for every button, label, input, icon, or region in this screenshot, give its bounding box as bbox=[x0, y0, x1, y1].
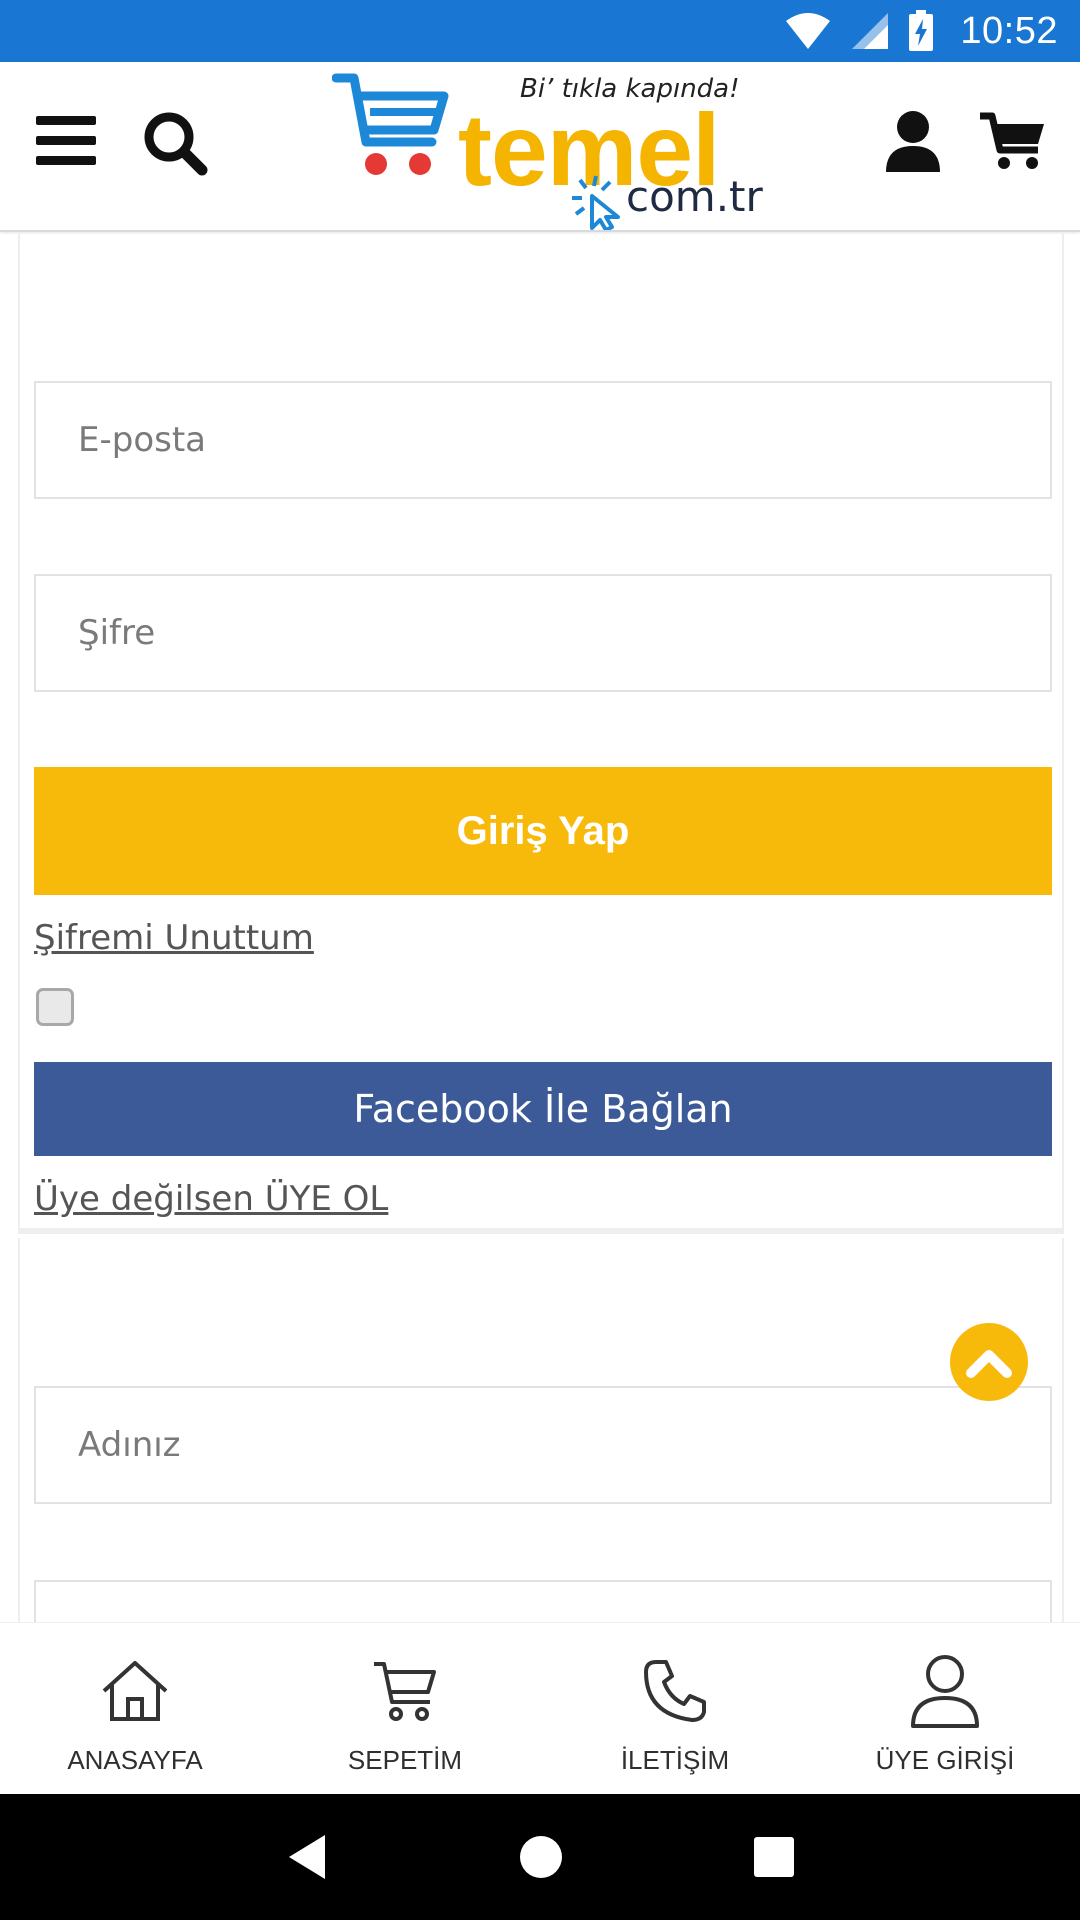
nav-item-cart[interactable]: SEPETİM bbox=[270, 1623, 540, 1794]
next-register-field[interactable] bbox=[34, 1580, 1052, 1622]
name-field[interactable] bbox=[34, 1386, 1052, 1504]
password-field[interactable] bbox=[34, 574, 1052, 692]
back-icon[interactable] bbox=[285, 1833, 329, 1881]
name-input[interactable] bbox=[76, 1388, 1050, 1502]
home-circle-icon[interactable] bbox=[519, 1835, 563, 1879]
cursor-click-icon bbox=[572, 175, 620, 230]
signal-icon bbox=[852, 13, 889, 49]
phone-icon bbox=[644, 1660, 706, 1722]
user-outline-icon bbox=[911, 1655, 979, 1728]
logo[interactable]: Bi’ tıkla kapında! temel com.tr bbox=[330, 66, 763, 230]
login-button[interactable]: Giriş Yap bbox=[34, 767, 1052, 895]
bottom-nav: ANASAYFA SEPETİM İLETİŞİM ÜYE GİRİŞİ bbox=[0, 1622, 1080, 1794]
nav-label-cart: SEPETİM bbox=[347, 1745, 463, 1775]
forgot-password-link[interactable]: Şifremi Unuttum bbox=[34, 918, 314, 958]
register-card bbox=[18, 1238, 1064, 1622]
nav-item-home[interactable]: ANASAYFA bbox=[0, 1623, 270, 1794]
user-icon[interactable] bbox=[884, 110, 942, 172]
cart-icon[interactable] bbox=[980, 112, 1046, 172]
status-icons: 10:52 bbox=[784, 10, 1058, 53]
hamburger-menu-icon[interactable] bbox=[36, 116, 96, 166]
login-card: Giriş Yap Şifremi Unuttum Facebook İle B… bbox=[18, 234, 1064, 1234]
chevron-up-icon bbox=[966, 1350, 1012, 1378]
recents-icon[interactable] bbox=[753, 1836, 795, 1878]
home-icon bbox=[102, 1661, 168, 1721]
password-input[interactable] bbox=[76, 576, 1050, 690]
email-input[interactable] bbox=[76, 383, 1050, 497]
email-field[interactable] bbox=[34, 381, 1052, 499]
nav-item-contact[interactable]: İLETİŞİM bbox=[540, 1623, 810, 1794]
system-nav-bar bbox=[0, 1794, 1080, 1920]
search-icon[interactable] bbox=[142, 110, 208, 176]
nav-label-home: ANASAYFA bbox=[67, 1745, 203, 1775]
nav-label-account: ÜYE GİRİŞİ bbox=[875, 1745, 1015, 1775]
scroll-to-top-button[interactable] bbox=[950, 1323, 1028, 1401]
wifi-icon bbox=[786, 13, 831, 49]
nav-item-account[interactable]: ÜYE GİRİŞİ bbox=[810, 1623, 1080, 1794]
app-header: Bi’ tıkla kapında! temel com.tr bbox=[0, 62, 1080, 232]
facebook-login-button[interactable]: Facebook İle Bağlan bbox=[34, 1062, 1052, 1156]
status-time: 10:52 bbox=[960, 9, 1058, 52]
register-link[interactable]: Üye değilsen ÜYE OL bbox=[34, 1179, 388, 1219]
main-content: Giriş Yap Şifremi Unuttum Facebook İle B… bbox=[0, 234, 1080, 1622]
remember-checkbox[interactable] bbox=[36, 988, 74, 1026]
nav-label-contact: İLETİŞİM bbox=[620, 1745, 730, 1775]
logo-cart-graphic bbox=[332, 73, 449, 175]
status-bar: 10:52 bbox=[0, 0, 1080, 62]
cart-outline-icon bbox=[374, 1662, 436, 1721]
battery-charging-icon bbox=[909, 10, 934, 51]
logo-domain: com.tr bbox=[626, 172, 763, 221]
